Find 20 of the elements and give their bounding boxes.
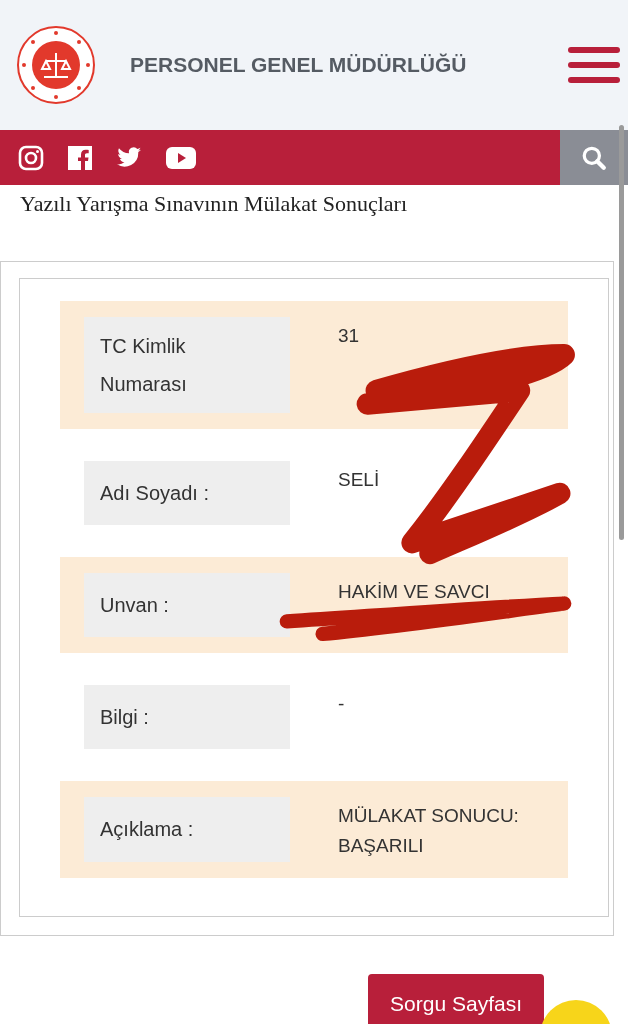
facebook-icon[interactable] <box>67 144 93 171</box>
site-title: PERSONEL GENEL MÜDÜRLÜĞÜ <box>130 53 468 77</box>
youtube-icon[interactable] <box>165 145 197 170</box>
field-value: SELİ <box>337 468 381 492</box>
field-label: Unvan : <box>84 573 290 637</box>
menu-icon[interactable] <box>568 45 620 85</box>
query-page-button[interactable]: Sorgu Sayfası <box>368 973 544 1024</box>
field-label: Bilgi : <box>84 685 290 749</box>
field-label: TC Kimlik Numarası <box>84 317 290 413</box>
search-button[interactable] <box>560 130 628 185</box>
search-icon <box>581 144 607 171</box>
field-label: Adı Soyadı : <box>84 461 290 525</box>
field-value: MÜLAKAT SONUCU: BAŞARILI <box>337 804 520 859</box>
field-label: Açıklama : <box>84 797 290 862</box>
instagram-icon[interactable] <box>18 144 44 171</box>
field-value: HAKİM VE SAVCI <box>337 580 491 604</box>
field-value: - <box>337 692 346 716</box>
emblem-logo[interactable] <box>16 25 96 105</box>
page-title: Yazılı Yarışma Sınavının Mülakat Sonuçları <box>20 191 409 217</box>
field-value: 31 <box>337 324 361 348</box>
